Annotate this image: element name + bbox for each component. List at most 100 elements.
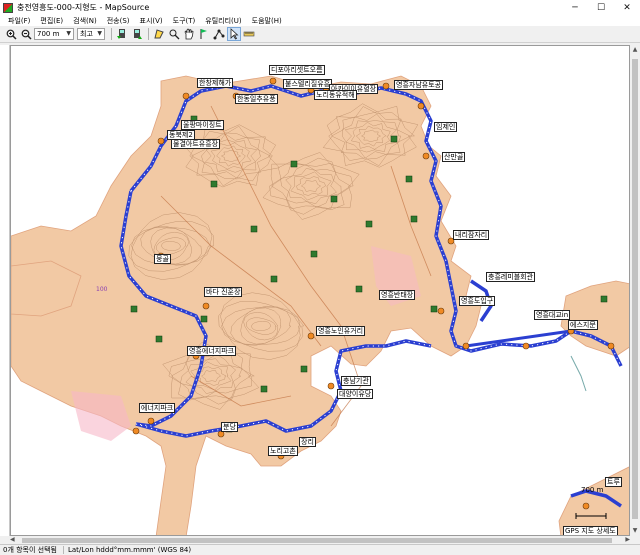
maximize-button[interactable]: ☐ <box>588 0 614 15</box>
select-pointer-icon[interactable] <box>227 27 241 41</box>
poi-icon <box>210 180 218 188</box>
map-label[interactable]: 붙스텔리질유흥 <box>283 79 333 89</box>
waypoint-icon[interactable] <box>417 102 425 110</box>
map-label[interactable]: 물결아트유흥장 <box>171 139 221 149</box>
map-label[interactable]: 울팡마이징트 <box>181 120 224 130</box>
zoom-out-icon[interactable] <box>19 27 33 41</box>
vertical-scroll-thumb[interactable] <box>632 59 638 519</box>
map-label[interactable]: 충흥레미블회관 <box>486 272 536 282</box>
poi-icon <box>330 195 338 203</box>
mapsource-window: 충전영흥도-000-지형도 - MapSource ─ ☐ ✕ 파일(F) 편집… <box>0 0 640 555</box>
receive-from-device-icon[interactable] <box>115 27 129 41</box>
map-label[interactable]: 영흥에너지파크 <box>187 346 237 356</box>
waypoint-icon[interactable] <box>269 77 277 85</box>
map-label[interactable]: 뭉골 <box>154 254 171 264</box>
measure-distance-icon[interactable] <box>242 27 256 41</box>
map-label[interactable]: 디포아리셋트오름 <box>269 65 325 75</box>
vertical-scrollbar[interactable]: ▲ ▼ <box>630 45 640 536</box>
menu-help[interactable]: 도움말(H) <box>247 16 287 26</box>
map-label[interactable]: 영흥반태장 <box>379 290 416 300</box>
toolbar-separator <box>111 28 112 40</box>
left-margin-strip <box>0 45 10 536</box>
select-area-icon[interactable] <box>152 27 166 41</box>
waypoint-icon[interactable] <box>382 82 390 90</box>
poi-icon <box>130 305 138 313</box>
scroll-left-icon[interactable]: ◀ <box>10 536 15 543</box>
poi-icon <box>430 305 438 313</box>
zoom-level-select[interactable]: 700 m ▼ <box>34 28 74 40</box>
map-label[interactable]: 장리 <box>299 437 316 447</box>
map-label[interactable]: 영흥도입구 <box>459 296 496 306</box>
menu-edit[interactable]: 편집(E) <box>35 16 68 26</box>
waypoint-icon[interactable] <box>147 417 155 425</box>
menu-find[interactable]: 검색(N) <box>68 16 102 26</box>
poi-icon <box>270 275 278 283</box>
poi-icon <box>200 315 208 323</box>
waypoint-icon[interactable] <box>522 342 530 350</box>
map-label[interactable]: GPS 지도 상세도 <box>563 526 618 535</box>
map-canvas[interactable]: 100 <box>11 46 630 536</box>
map-label[interactable]: 충남기관 <box>341 376 371 386</box>
zoom-tool-icon[interactable] <box>167 27 181 41</box>
waypoint-icon[interactable] <box>132 427 140 435</box>
waypoint-icon[interactable] <box>307 332 315 340</box>
map-label[interactable]: 노리고촌 <box>268 446 298 456</box>
poi-icon <box>600 295 608 303</box>
hand-pan-icon[interactable] <box>182 27 196 41</box>
map-label[interactable]: 에너지파크 <box>139 403 176 413</box>
toolbar: 700 m ▼ 최고 ▼ <box>0 26 640 43</box>
waypoint-icon[interactable] <box>582 502 590 510</box>
waypoint-icon[interactable] <box>157 137 165 145</box>
scroll-up-icon[interactable]: ▲ <box>630 45 640 55</box>
waypoint-icon[interactable] <box>462 342 470 350</box>
chevron-down-icon: ▼ <box>97 30 102 37</box>
menu-transfer[interactable]: 전송(S) <box>102 16 135 26</box>
map-label[interactable]: 에스지문 <box>568 320 598 330</box>
menu-tools[interactable]: 도구(T) <box>168 16 201 26</box>
menu-utilities[interactable]: 유틸리티(U) <box>200 16 246 26</box>
map-label[interactable]: 임제인 <box>434 122 458 132</box>
scroll-down-icon[interactable]: ▼ <box>630 526 640 536</box>
poi-icon <box>155 335 163 343</box>
menu-view[interactable]: 표시(V) <box>135 16 168 26</box>
horizontal-scrollbar[interactable]: ◀ ▶ <box>10 536 630 544</box>
horizontal-scroll-thumb[interactable] <box>22 538 612 543</box>
window-controls: ─ ☐ ✕ <box>562 0 640 15</box>
waypoint-icon[interactable] <box>327 382 335 390</box>
map-label[interactable]: 바다 진훈장 <box>204 287 243 297</box>
map-label[interactable]: 영흥자남유토공 <box>394 80 444 90</box>
zoom-in-icon[interactable] <box>4 27 18 41</box>
map-label[interactable]: 분당 <box>221 422 238 432</box>
route-tool-icon[interactable] <box>212 27 226 41</box>
waypoint-icon[interactable] <box>437 307 445 315</box>
waypoint-icon[interactable] <box>422 152 430 160</box>
map-label[interactable]: 내리잠자리 <box>453 230 490 240</box>
waypoint-icon[interactable] <box>607 342 615 350</box>
detail-level-select[interactable]: 최고 ▼ <box>77 28 105 40</box>
detail-level-value: 최고 <box>80 30 93 38</box>
map-label[interactable]: 한창제해가 <box>197 78 234 88</box>
waypoint-icon[interactable] <box>182 92 190 100</box>
map-label[interactable]: 노리동유적해 <box>314 90 357 100</box>
contour-label: 100 <box>96 286 108 293</box>
close-button[interactable]: ✕ <box>614 0 640 15</box>
map-label[interactable]: 영흥대교in <box>534 310 571 320</box>
map-view[interactable]: 100 디포아리셋트오름 한창제해가 붙스텔리질유흥 영흥자남유토공 아카이이유… <box>10 45 630 536</box>
scale-label: 700 m <box>581 486 604 494</box>
poi-icon <box>250 225 258 233</box>
map-label[interactable]: 산만골 <box>442 152 466 162</box>
map-label[interactable]: 트루 <box>605 477 622 487</box>
map-label[interactable]: 한동일추유풍 <box>235 94 278 104</box>
poi-icon <box>405 175 413 183</box>
menu-bar: 파일(F) 편집(E) 검색(N) 전송(S) 표시(V) 도구(T) 유틸리티… <box>0 15 640 26</box>
map-label[interactable]: 영흥노인유거리 <box>316 326 366 336</box>
toolbar-separator <box>148 28 149 40</box>
waypoint-flag-icon[interactable] <box>197 27 211 41</box>
menu-file[interactable]: 파일(F) <box>3 16 35 26</box>
map-label[interactable]: 대양이유당 <box>337 389 374 399</box>
minimize-button[interactable]: ─ <box>562 0 588 15</box>
waypoint-icon[interactable] <box>202 302 210 310</box>
poi-icon <box>355 285 363 293</box>
scroll-right-icon[interactable]: ▶ <box>625 536 630 543</box>
send-to-device-icon[interactable] <box>130 27 144 41</box>
